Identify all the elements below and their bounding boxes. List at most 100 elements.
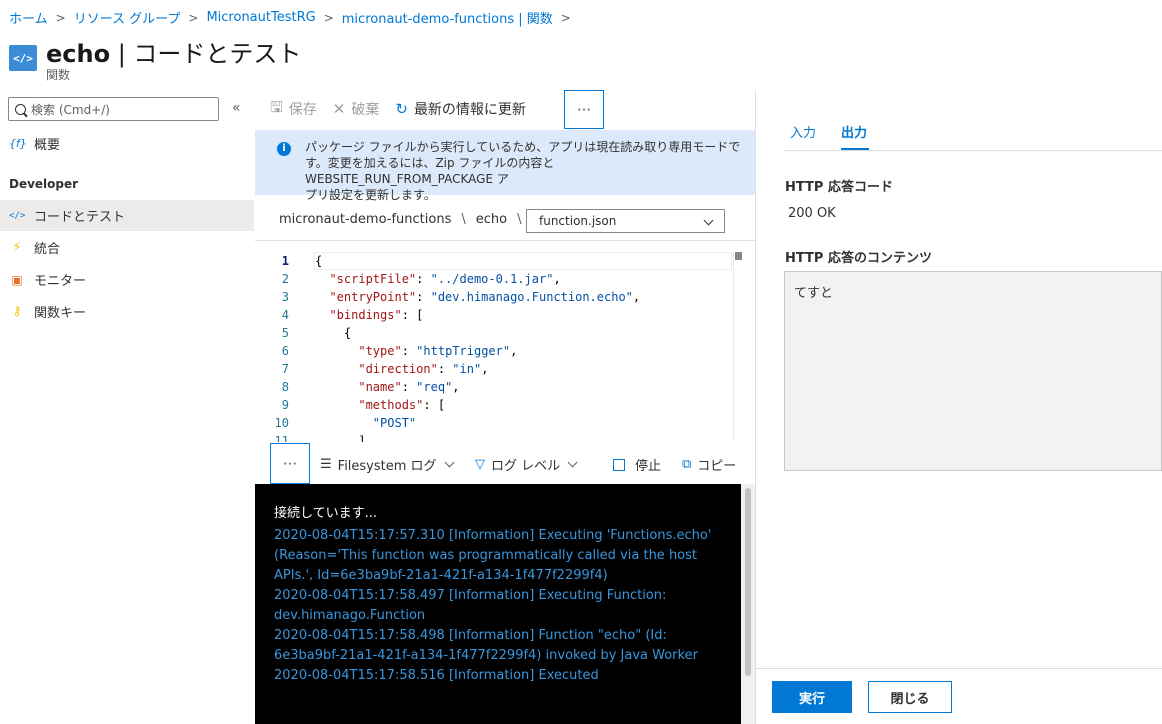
editor-divider <box>255 240 755 241</box>
close-button[interactable]: 閉じる <box>868 681 952 713</box>
sidebar-item-label: コードとテスト <box>34 210 126 225</box>
response-content-label: HTTP 応答のコンテンツ <box>785 251 932 266</box>
log-source-dropdown[interactable]: ☰ Filesystem ログ <box>320 455 454 474</box>
line-number: 3 <box>281 290 289 304</box>
function-icon: {f} <box>9 137 27 150</box>
sidebar-item-label: 概要 <box>34 138 61 153</box>
line-number: 11 <box>274 434 289 442</box>
editor-scrollbar[interactable] <box>733 252 742 442</box>
tab-divider <box>784 150 1162 151</box>
code-text: "direction": "in", <box>358 362 489 376</box>
page-subtitle: 関数 <box>46 68 71 82</box>
chevron-right-icon: > <box>560 10 571 25</box>
copy-label: コピー <box>697 459 737 474</box>
document-icon: ☰ <box>320 457 332 472</box>
line-number: 5 <box>281 326 289 340</box>
info-icon: i <box>277 142 291 156</box>
copy-button[interactable]: ⧉ コピー <box>682 455 736 474</box>
log-level-dropdown[interactable]: ▽ ログ レベル <box>475 455 578 474</box>
sidebar-item-label: モニター <box>34 274 87 289</box>
file-selector-dropdown[interactable]: function.json <box>526 209 725 233</box>
run-button[interactable]: 実行 <box>772 681 852 713</box>
response-code-label: HTTP 応答コード <box>785 180 893 195</box>
code-text: "entryPoint": "dev.himanago.Function.ech… <box>329 290 641 304</box>
breadcrumb-resource-group[interactable]: MicronautTestRG <box>206 10 315 25</box>
monitor-icon: ▣ <box>11 272 23 287</box>
save-button[interactable]: 🖫 保存 <box>270 97 317 122</box>
breadcrumb-home[interactable]: ホーム <box>9 8 48 27</box>
stop-label: 停止 <box>635 459 662 474</box>
chevron-down-icon <box>444 457 454 468</box>
path-separator: \ <box>461 212 466 227</box>
scrollbar-thumb[interactable] <box>735 252 742 260</box>
log-entries: 2020-08-04T15:17:57.310 [Information] Ex… <box>274 528 712 683</box>
sidebar-section-header: Developer <box>9 177 79 191</box>
chevron-right-icon: > <box>188 10 199 25</box>
code-editor[interactable]: 1 {2 "scriptFile": "../demo-0.1.jar", 3 "e… <box>255 252 743 442</box>
path-separator: \ <box>517 212 522 227</box>
log-level-label: ログ レベル <box>491 459 561 474</box>
log-scrollbar[interactable] <box>741 484 755 724</box>
sidebar-item-monitor[interactable]: ▣ モニター <box>0 264 254 295</box>
breadcrumb-function-app[interactable]: micronaut-demo-functions | 関数 <box>342 8 553 27</box>
breadcrumb-resource-groups[interactable]: リソース グループ <box>74 8 181 27</box>
line-number: 1 <box>281 254 289 268</box>
refresh-icon: ↻ <box>395 100 408 118</box>
path-app: micronaut-demo-functions <box>279 212 452 227</box>
search-input[interactable]: 検索 (Cmd+/) <box>8 97 219 121</box>
discard-button[interactable]: ✕ 破棄 <box>333 99 380 119</box>
save-icon: 🖫 <box>270 97 283 116</box>
copy-icon: ⧉ <box>682 457 692 472</box>
filter-icon: ▽ <box>475 457 485 472</box>
key-icon: ⚷ <box>12 304 22 319</box>
code-text: "type": "httpTrigger", <box>358 344 518 358</box>
search-placeholder: 検索 (Cmd+/) <box>31 102 110 117</box>
refresh-label: 最新の情報に更新 <box>413 102 526 118</box>
code-icon: </> <box>9 45 37 71</box>
editor-toolbar: 🖫 保存 ✕ 破棄 ↻ 最新の情報に更新 <box>270 90 542 128</box>
code-text: ], <box>315 434 373 442</box>
line-number: 9 <box>281 398 289 412</box>
page-title-name: echo <box>46 40 111 68</box>
chevron-down-icon <box>703 215 714 226</box>
file-selector-value: function.json <box>539 214 617 228</box>
refresh-button[interactable]: ↻ 最新の情報に更新 <box>395 99 526 119</box>
line-number: 10 <box>274 416 289 430</box>
breadcrumb: ホーム > リソース グループ > MicronautTestRG > micr… <box>9 8 579 27</box>
code-text: "POST" <box>372 416 417 430</box>
log-status: 接続しています... <box>274 506 378 521</box>
close-icon: ✕ <box>332 100 346 118</box>
path-function: echo <box>475 212 508 227</box>
tab-output[interactable]: 出力 <box>841 122 867 141</box>
discard-label: 破棄 <box>351 102 380 118</box>
line-number: 6 <box>281 344 289 358</box>
info-text-line2: す。変更を加えるには、Zip ファイルの内容と WEBSITE_RUN_FROM… <box>305 156 555 186</box>
chevron-right-icon: > <box>323 10 334 25</box>
page-title-suffix: | コードとテスト <box>110 40 302 68</box>
sidebar-item-code-test[interactable]: </> コードとテスト <box>0 200 254 231</box>
code-text: "bindings": [ <box>329 308 424 322</box>
code-text: "methods": [ <box>358 398 446 412</box>
log-console[interactable]: 接続しています... 2020-08-04T15:17:57.310 [Info… <box>255 484 755 724</box>
line-number: 2 <box>281 272 289 286</box>
more-options-button[interactable]: ··· <box>564 90 604 129</box>
info-text-line3: プリ設定を更新します。 <box>305 188 436 202</box>
sidebar-item-integration[interactable]: ⚡ 統合 <box>0 232 254 263</box>
response-content-value: てすと <box>794 286 834 301</box>
sidebar-item-function-keys[interactable]: ⚷ 関数キー <box>0 296 254 327</box>
search-icon <box>15 103 26 115</box>
save-label: 保存 <box>288 102 317 118</box>
stop-button[interactable]: 停止 <box>613 455 661 474</box>
code-text: "scriptFile": "../demo-0.1.jar", <box>329 272 561 286</box>
lightning-icon: ⚡ <box>12 240 22 255</box>
log-more-options-button[interactable]: ··· <box>270 443 310 484</box>
tab-input[interactable]: 入力 <box>790 122 816 141</box>
stop-icon <box>613 458 625 471</box>
response-content-box[interactable]: てすと <box>784 271 1162 471</box>
collapse-sidebar-button[interactable]: « <box>232 100 241 116</box>
line-number: 4 <box>281 308 289 322</box>
sidebar-item-overview[interactable]: {f} 概要 <box>0 128 254 159</box>
code-icon: </> <box>9 210 26 221</box>
scrollbar-thumb[interactable] <box>745 488 751 676</box>
log-source-label: Filesystem ログ <box>337 459 437 474</box>
